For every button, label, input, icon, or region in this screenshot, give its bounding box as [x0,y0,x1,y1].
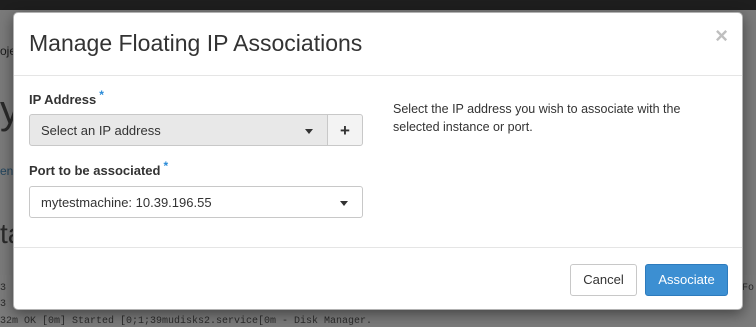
required-marker: * [163,159,169,173]
ip-address-label: IP Address * [29,88,104,107]
port-select[interactable]: mytestmachine: 10.39.196.55 [29,186,363,218]
associate-button[interactable]: Associate [645,264,728,296]
help-text: Select the IP address you wish to associ… [393,102,681,134]
port-label: Port to be associated * [29,159,168,178]
add-ip-button[interactable]: + [327,114,363,146]
ip-address-label-text: IP Address [29,92,97,107]
chevron-down-icon [340,201,348,206]
console-line: 3 [0,283,7,294]
modal-footer: Cancel Associate [14,247,742,310]
console-line: 32m OK [0m] Started [0;1;39mudisks2.serv… [0,316,373,327]
cancel-button[interactable]: Cancel [570,264,637,296]
floating-ip-modal: Manage Floating IP Associations × IP Add… [13,12,743,310]
ip-address-select[interactable]: Select an IP address [29,114,328,146]
required-marker: * [99,88,104,102]
port-label-text: Port to be associated [29,163,161,178]
port-select-value: mytestmachine: 10.39.196.55 [41,195,212,210]
close-icon[interactable]: × [715,25,728,47]
background-topbar [0,0,756,10]
modal-header: Manage Floating IP Associations × [14,13,742,76]
console-line-right: Fo [741,283,754,294]
chevron-down-icon [305,129,313,134]
modal-body: IP Address * Select an IP address + Port … [14,76,742,247]
console-line: 3 [0,299,7,310]
modal-title: Manage Floating IP Associations [29,30,363,56]
ip-address-select-value: Select an IP address [41,123,161,138]
plus-icon: + [340,121,350,140]
